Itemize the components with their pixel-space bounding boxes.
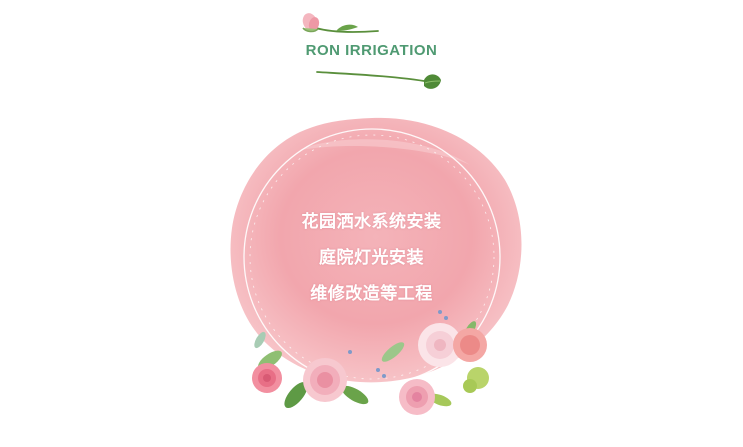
service-line: 维修改造等工程	[310, 284, 433, 304]
service-list: 花园洒水系统安装 庭院灯光安装 维修改造等工程	[0, 204, 743, 312]
service-line: 花园洒水系统安装	[301, 212, 442, 232]
service-line: 庭院灯光安装	[319, 248, 424, 268]
